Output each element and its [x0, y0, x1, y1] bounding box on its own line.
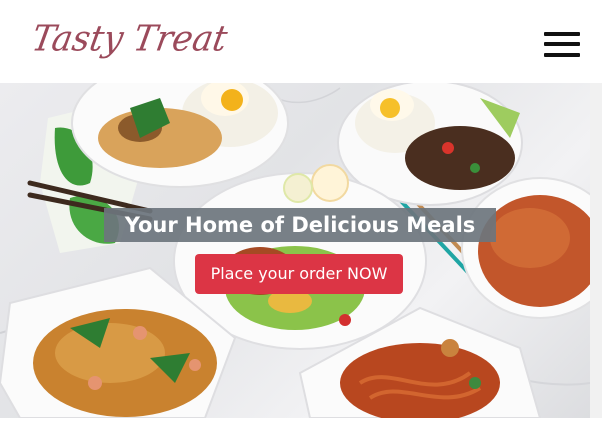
stir-fry	[405, 126, 515, 190]
chili	[442, 142, 454, 154]
tomato	[339, 314, 351, 326]
hero-tagline: Your Home of Delicious Meals	[104, 208, 496, 242]
egg-yolk	[380, 98, 400, 118]
prawn-cracker	[311, 164, 349, 202]
hero-food-image	[0, 83, 590, 418]
hamburger-bar	[544, 42, 580, 46]
page: Tasty Treat Your Home of Delicious Meals…	[0, 0, 602, 431]
vertical-scrollbar[interactable]	[590, 83, 602, 418]
brand-logo[interactable]: Tasty Treat	[29, 18, 231, 60]
page-bottom	[0, 418, 602, 431]
hero-banner: Your Home of Delicious Meals Place your …	[0, 83, 590, 418]
noodles	[55, 323, 165, 383]
pepper	[470, 163, 480, 173]
shrimp	[133, 326, 147, 340]
navbar: Tasty Treat	[0, 0, 602, 83]
hamburger-menu-icon[interactable]	[544, 29, 580, 61]
hamburger-bar	[544, 53, 580, 57]
vegetable	[469, 377, 481, 389]
egg-yolk	[221, 89, 243, 111]
prawn-cracker	[283, 173, 313, 203]
hamburger-bar	[544, 32, 580, 36]
shrimp	[88, 376, 102, 390]
fried-rice-highlight	[490, 208, 570, 268]
shrimp	[189, 359, 201, 371]
place-order-button[interactable]: Place your order NOW	[195, 254, 403, 294]
fishcake	[441, 339, 459, 357]
